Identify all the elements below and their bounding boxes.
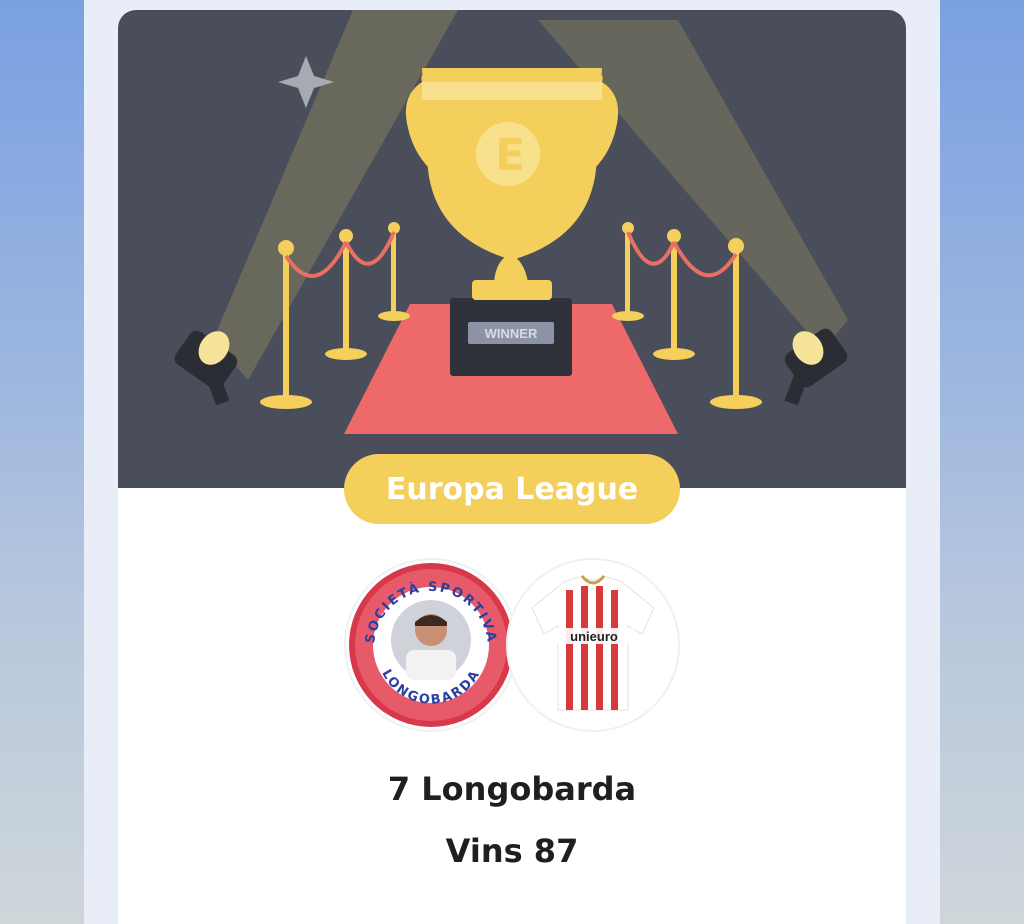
competition-title-badge: Europa League	[344, 454, 680, 524]
award-card: WINNER E Europa League SOCIETÀ SPORTIVA …	[118, 10, 906, 924]
team-logos: SOCIETÀ SPORTIVA LONGOBARDA unieuro	[346, 560, 686, 736]
jersey-icon: unieuro	[531, 575, 655, 711]
team-wins: Vins 87	[445, 832, 579, 870]
right-spotlight-icon	[784, 328, 848, 406]
trophy-scene-illustration: WINNER E	[174, 10, 848, 434]
competition-title: Europa League	[385, 471, 639, 507]
winner-plaque-text: WINNER	[485, 326, 538, 341]
kit-sponsor-text: unieuro	[570, 629, 618, 644]
award-banner: WINNER E	[118, 10, 906, 488]
team-crest-avatar: SOCIETÀ SPORTIVA LONGOBARDA	[346, 560, 516, 730]
right-rope	[626, 231, 738, 278]
team-rank-name: 7 Longobarda	[387, 770, 637, 808]
team-kit-avatar: unieuro	[508, 560, 678, 730]
trophy-icon: E	[405, 68, 619, 300]
club-crest-icon: SOCIETÀ SPORTIVA LONGOBARDA	[349, 563, 513, 727]
trophy-monogram: E	[495, 130, 525, 181]
